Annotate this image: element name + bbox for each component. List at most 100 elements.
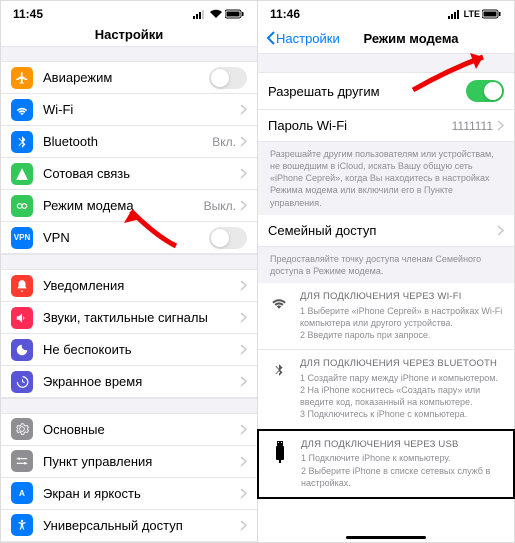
chevron-icon [240, 312, 247, 323]
row-bluetooth[interactable]: Bluetooth Вкл. [1, 126, 257, 158]
home-indicator[interactable] [346, 536, 426, 539]
wifi-label: Wi-Fi [43, 102, 236, 117]
allow-toggle[interactable] [466, 80, 504, 102]
chevron-icon [240, 104, 247, 115]
airplane-label: Авиарежим [43, 70, 209, 85]
status-time: 11:45 [13, 7, 43, 21]
password-label: Пароль Wi-Fi [268, 118, 452, 133]
status-icons [193, 9, 245, 19]
notifications-icon [11, 275, 33, 297]
hotspot-value: Выкл. [204, 199, 236, 213]
password-value: 1111111 [452, 119, 493, 133]
left-screen: 11:45 Настройки Авиарежим Wi-Fi Bluetoot… [1, 1, 257, 542]
accessibility-label: Универсальный доступ [43, 518, 240, 533]
row-allow-others[interactable]: Разрешать другим [258, 73, 514, 110]
wifi-conn-title: ДЛЯ ПОДКЛЮЧЕНИЯ ЧЕРЕЗ WI-FI [300, 291, 504, 304]
vpn-label: VPN [43, 230, 209, 245]
row-airplane[interactable]: Авиарежим [1, 62, 257, 94]
chevron-icon [497, 120, 504, 131]
bt-conn-step1: 1 Создайте пару между iPhone и компьютер… [300, 372, 504, 384]
hotspot-label: Режим модема [43, 198, 204, 213]
chevron-icon [240, 424, 247, 435]
chevron-icon [240, 456, 247, 467]
family-description: Предоставляйте точку доступа членам Семе… [258, 247, 514, 283]
notifications-label: Уведомления [43, 278, 240, 293]
usb-conn-step2: 2 Выберите iPhone в списке сетевых служб… [301, 465, 503, 489]
row-cellular[interactable]: Сотовая связь [1, 158, 257, 190]
chevron-icon [497, 225, 504, 236]
page-title: Настройки [1, 27, 257, 42]
sounds-label: Звуки, тактильные сигналы [43, 310, 240, 325]
status-bar: 11:46 LTE [258, 1, 514, 23]
chevron-icon [240, 280, 247, 291]
status-time: 11:46 [270, 7, 300, 21]
back-button[interactable]: Настройки [266, 31, 340, 46]
row-hotspot[interactable]: Режим модема Выкл. [1, 190, 257, 222]
row-screentime[interactable]: Экранное время [1, 366, 257, 398]
row-notifications[interactable]: Уведомления [1, 270, 257, 302]
row-control[interactable]: Пункт управления [1, 446, 257, 478]
screentime-label: Экранное время [43, 374, 240, 389]
bluetooth-icon [11, 131, 33, 153]
svg-text:A: A [19, 489, 25, 498]
family-label: Семейный доступ [268, 223, 497, 238]
row-display[interactable]: A Экран и яркость [1, 478, 257, 510]
cellular-label: Сотовая связь [43, 166, 240, 181]
chevron-icon [240, 488, 247, 499]
chevron-icon [240, 344, 247, 355]
connect-usb-section: ДЛЯ ПОДКЛЮЧЕНИЯ ЧЕРЕЗ USB 1 Подключите i… [257, 429, 515, 499]
wifi-icon [11, 99, 33, 121]
row-accessibility[interactable]: Универсальный доступ [1, 510, 257, 542]
dnd-label: Не беспокоить [43, 342, 240, 357]
row-sounds[interactable]: Звуки, тактильные сигналы [1, 302, 257, 334]
usb-conn-title: ДЛЯ ПОДКЛЮЧЕНИЯ ЧЕРЕЗ USB [301, 439, 503, 452]
row-dnd[interactable]: Не беспокоить [1, 334, 257, 366]
bt-conn-step3: 3 Подключитесь к iPhone с компьютера. [300, 408, 504, 420]
chevron-icon [240, 168, 247, 179]
general-label: Основные [43, 422, 240, 437]
chevron-icon [240, 520, 247, 531]
back-label: Настройки [276, 31, 340, 46]
hotspot-description: Разрешайте другим пользователям или устр… [258, 142, 514, 215]
bt-conn-step2: 2 На iPhone коснитесь «Создать пару» или… [300, 384, 504, 408]
row-general[interactable]: Основные [1, 414, 257, 446]
row-vpn[interactable]: VPN VPN [1, 222, 257, 254]
row-family-sharing[interactable]: Семейный доступ [258, 215, 514, 247]
chevron-icon [240, 136, 247, 147]
chevron-icon [240, 200, 247, 211]
control-label: Пункт управления [43, 454, 240, 469]
airplane-toggle[interactable] [209, 67, 247, 89]
display-icon: A [11, 482, 33, 504]
wifi-conn-step1: 1 Выберите «iPhone Сергей» в настройках … [300, 305, 504, 329]
screentime-icon [11, 371, 33, 393]
cellular-icon [11, 163, 33, 185]
row-password[interactable]: Пароль Wi-Fi 1111111 [258, 110, 514, 142]
right-screen: 11:46 LTE Настройки Режим модема Разреша… [257, 1, 514, 542]
control-icon [11, 450, 33, 472]
bluetooth-value: Вкл. [212, 135, 236, 149]
chevron-icon [240, 376, 247, 387]
wifi-conn-step2: 2 Введите пароль при запросе. [300, 329, 504, 341]
connect-bt-section: ДЛЯ ПОДКЛЮЧЕНИЯ ЧЕРЕЗ BLUETOOTH 1 Создай… [258, 350, 514, 429]
general-icon [11, 418, 33, 440]
carrier-label: LTE [464, 9, 480, 19]
hotspot-icon [11, 195, 33, 217]
vpn-toggle[interactable] [209, 227, 247, 249]
bluetooth-label: Bluetooth [43, 134, 212, 149]
nav-bar: Настройки Режим модема [258, 23, 514, 53]
airplane-icon [11, 67, 33, 89]
connect-wifi-section: ДЛЯ ПОДКЛЮЧЕНИЯ ЧЕРЕЗ WI-FI 1 Выберите «… [258, 283, 514, 350]
bt-conn-title: ДЛЯ ПОДКЛЮЧЕНИЯ ЧЕРЕЗ BLUETOOTH [300, 358, 504, 371]
vpn-icon: VPN [11, 227, 33, 249]
usb-icon [269, 439, 291, 489]
status-bar: 11:45 [1, 1, 257, 23]
display-label: Экран и яркость [43, 486, 240, 501]
sounds-icon [11, 307, 33, 329]
row-wifi[interactable]: Wi-Fi [1, 94, 257, 126]
wifi-icon [268, 291, 290, 341]
accessibility-icon [11, 514, 33, 536]
usb-conn-step1: 1 Подключите iPhone к компьютеру. [301, 452, 503, 464]
allow-label: Разрешать другим [268, 84, 466, 99]
status-icons: LTE [448, 9, 502, 19]
nav-bar: Настройки [1, 23, 257, 46]
